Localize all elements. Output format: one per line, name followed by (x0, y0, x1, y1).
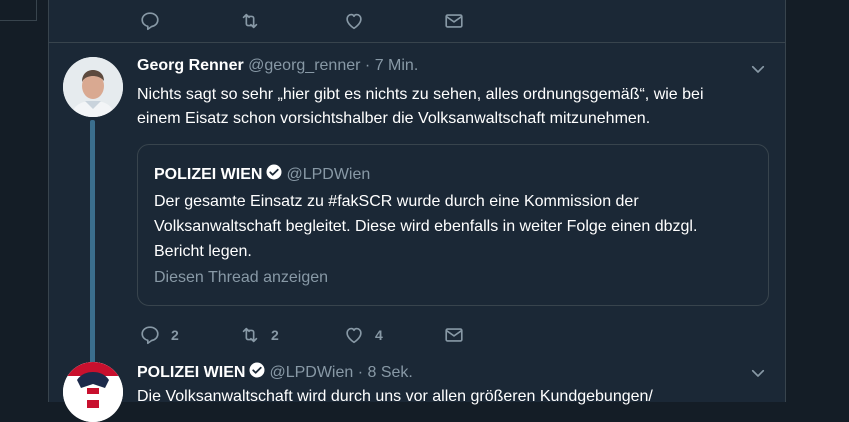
tweet-text-line: einem Eisatz schon vorsichtshalber die V… (137, 110, 651, 127)
reply-icon (139, 10, 161, 32)
separator-dot: · (364, 57, 371, 74)
quoted-text-line: Der gesamte Einsatz zu #fakSCR wurde dur… (154, 193, 639, 210)
quoted-tweet-card[interactable]: POLIZEI WIEN @LPDWien Der gesamte Einsatz… (137, 144, 769, 306)
quoted-author-handle: @LPDWien (286, 166, 371, 183)
reply-count: 2 (171, 327, 179, 343)
author-name[interactable]: POLIZEI WIEN (137, 364, 245, 381)
author-handle[interactable]: @LPDWien (269, 364, 353, 381)
like-button[interactable] (343, 10, 443, 32)
previous-tweet-actions (139, 10, 465, 32)
retweet-icon (239, 324, 261, 346)
heart-icon (343, 10, 365, 32)
author-handle[interactable]: @georg_renner (248, 57, 360, 74)
reply-button[interactable] (139, 10, 239, 32)
heart-icon (343, 324, 365, 346)
quoted-text-line: Bericht legen. (154, 243, 252, 260)
left-column-fragment (0, 0, 37, 21)
verified-badge-icon (265, 163, 283, 186)
quoted-tweet-text: Der gesamte Einsatz zu #fakSCR wurde dur… (154, 189, 754, 264)
chevron-down-icon[interactable] (749, 364, 767, 387)
like-button[interactable]: 4 (343, 324, 443, 346)
avatar-polizei-wien[interactable] (63, 362, 123, 422)
like-count: 4 (375, 327, 383, 343)
author-name[interactable]: Georg Renner (137, 57, 244, 74)
quoted-text-line: Volksanwaltschaft begleitet. Diese wird … (154, 218, 698, 235)
tweet-text-line: Die Volksanwaltschaft wird durch uns vor… (137, 388, 653, 405)
quoted-author-name: POLIZEI WIEN (154, 166, 263, 183)
timestamp[interactable]: 7 Min. (375, 57, 419, 74)
timestamp[interactable]: 8 Sek. (368, 364, 413, 381)
quoted-tweet-header: POLIZEI WIEN @LPDWien (154, 163, 370, 186)
separator-dot: · (357, 364, 364, 381)
envelope-icon (443, 324, 465, 346)
tweet-actions: 2 2 4 (139, 324, 465, 346)
tweet-text-line: Nichts sagt so sehr „hier gibt es nichts… (137, 86, 704, 103)
tweet-text: Nichts sagt so sehr „hier gibt es nichts… (137, 83, 767, 131)
tweet-header: POLIZEI WIEN @LPDWien · 8 Sek. (137, 361, 413, 384)
envelope-icon (443, 10, 465, 32)
timeline: Georg Renner @georg_renner · 7 Min. Nich… (48, 0, 786, 422)
show-thread-link[interactable]: Diesen Thread anzeigen (154, 269, 328, 287)
verified-badge-icon (248, 361, 266, 384)
retweet-count: 2 (271, 327, 279, 343)
message-button[interactable] (443, 324, 465, 346)
tweet-text: Die Volksanwaltschaft wird durch uns vor… (137, 385, 767, 409)
tweet-header: Georg Renner @georg_renner · 7 Min. (137, 57, 418, 75)
reply-button[interactable]: 2 (139, 324, 239, 346)
divider (49, 42, 785, 43)
avatar-georg-renner[interactable] (63, 57, 123, 117)
message-button[interactable] (443, 10, 465, 32)
chevron-down-icon[interactable] (749, 60, 767, 83)
retweet-button[interactable]: 2 (239, 324, 343, 346)
retweet-icon (239, 10, 261, 32)
thread-connector-line (90, 120, 95, 365)
retweet-button[interactable] (239, 10, 343, 32)
reply-icon (139, 324, 161, 346)
